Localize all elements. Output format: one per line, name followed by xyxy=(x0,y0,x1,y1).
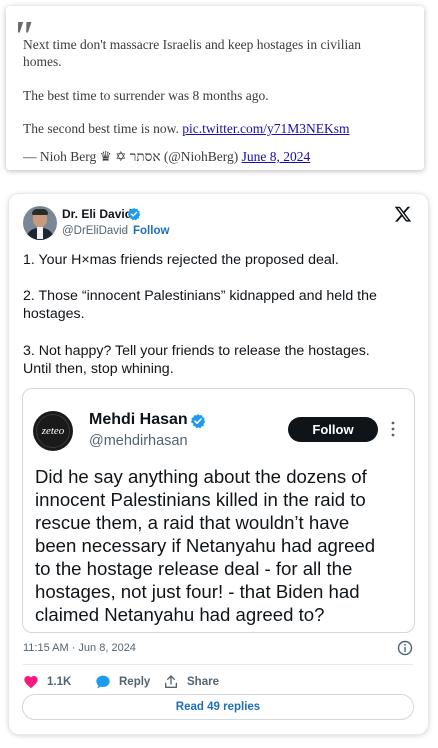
speech-bubble-icon xyxy=(96,675,110,689)
quoted-text-line-3: rescue them, a raid that wouldn’t have xyxy=(35,512,350,533)
author-name[interactable]: Dr. Eli David xyxy=(62,207,132,221)
read-replies-button[interactable]: Read 49 replies xyxy=(22,694,414,720)
quote-attribution: — Nioh Berg ♛ ✡ אסתר (@NiohBerg) June 8,… xyxy=(23,149,310,165)
blockquote-card: " Next time don't massacre Israelis and … xyxy=(6,6,424,170)
quoted-text-line-4: been necessary if Netanyahu had agreed xyxy=(35,535,376,556)
tweet-text-line-5: Until then, stop whining. xyxy=(23,361,174,377)
divider xyxy=(23,664,413,665)
like-button[interactable]: 1.1K xyxy=(23,672,71,692)
verified-badge-icon xyxy=(190,414,206,429)
attribution-date-link[interactable]: June 8, 2024 xyxy=(242,149,311,164)
info-icon[interactable] xyxy=(397,640,413,656)
share-label: Share xyxy=(187,676,219,688)
x-logo-icon[interactable] xyxy=(394,205,412,223)
quoted-follow-button[interactable]: Follow xyxy=(288,417,378,442)
handle-separator: · xyxy=(123,225,127,237)
quote-line-4-text: The second best time is now. xyxy=(23,121,179,136)
quoted-author-avatar[interactable]: zeteo xyxy=(33,411,73,451)
quote-line-2: homes. xyxy=(23,54,62,69)
tweet-text-line-4: 3. Not happy? Tell your friends to relea… xyxy=(23,343,370,359)
quoted-text-line-5: to the hostage release deal - for all th… xyxy=(35,558,353,579)
quote-line-4: The second best time is now. pic.twitter… xyxy=(23,121,349,137)
tweet-card: Dr. Eli David @DrEliDavid · Follow 1. Yo… xyxy=(9,194,428,734)
verified-badge-icon xyxy=(127,207,141,221)
attribution-author: — Nioh Berg ♛ ✡ אסתר (@NiohBerg) xyxy=(23,149,239,164)
quoted-text-line-2: innocent Palestinians killed in the raid… xyxy=(35,489,366,510)
quoted-tweet[interactable]: zeteo Mehdi Hasan @mehdirhasan Follow Di… xyxy=(22,388,415,633)
quoted-text-line-7: claimed Netanyahu had agreed to? xyxy=(35,604,325,625)
quote-line-3: The best time to surrender was 8 months … xyxy=(23,88,269,103)
reply-label: Reply xyxy=(119,676,151,688)
author-avatar[interactable] xyxy=(23,206,57,240)
quoted-author-handle[interactable]: @mehdirhasan xyxy=(89,433,188,449)
quote-line-1: Next time don't massacre Israelis and ke… xyxy=(23,37,361,52)
share-button[interactable]: Share xyxy=(163,672,219,692)
like-count: 1.1K xyxy=(47,676,72,688)
share-upload-icon xyxy=(165,675,177,688)
quoted-text-line-1: Did he say anything about the dozens of xyxy=(35,466,367,487)
tweet-text-line-3: hostages. xyxy=(23,306,85,322)
follow-link[interactable]: Follow xyxy=(133,225,169,237)
author-handle[interactable]: @DrEliDavid xyxy=(62,225,128,237)
quoted-author-name[interactable]: Mehdi Hasan xyxy=(89,411,188,429)
quoted-text-line-6: hostages, not just four! - that Biden ha… xyxy=(35,581,360,602)
tweet-timestamp[interactable]: 11:15 AM · Jun 8, 2024 xyxy=(23,642,136,654)
more-vertical-icon[interactable] xyxy=(390,419,396,439)
tweet-text-line-2: 2. Those “innocent Palestinians” kidnapp… xyxy=(23,288,377,304)
zeteo-logo: zeteo xyxy=(36,414,70,448)
reply-button[interactable]: Reply xyxy=(95,672,150,692)
heart-icon xyxy=(24,676,38,689)
tweet-text-line-1: 1. Your H×mas friends rejected the propo… xyxy=(23,252,339,268)
pic-twitter-link[interactable]: pic.twitter.com/y71M3NEKsm xyxy=(182,121,349,136)
